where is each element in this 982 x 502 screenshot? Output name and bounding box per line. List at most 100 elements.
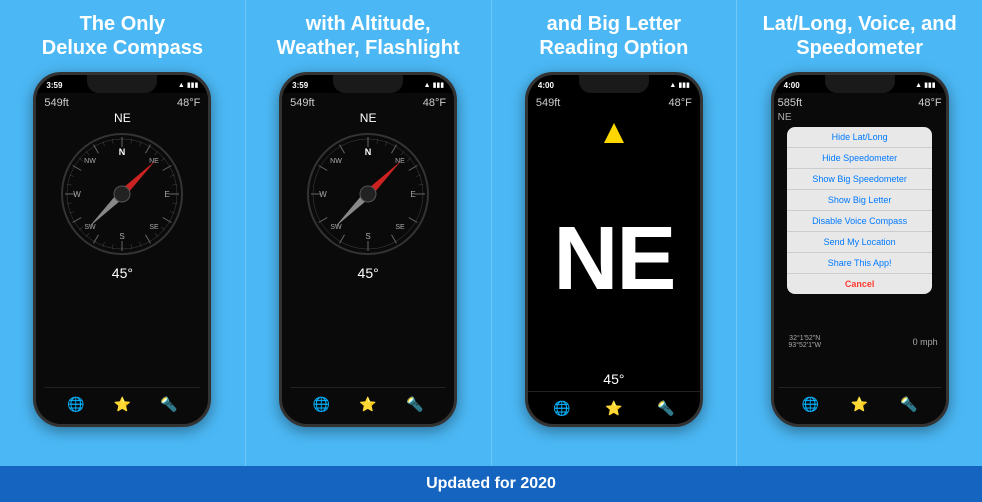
svg-text:NE: NE (150, 158, 160, 165)
direction-4: NE (778, 112, 792, 123)
status-icons-4: ▲ ▮▮▮ (915, 81, 936, 89)
temperature-4: 48°F (918, 97, 941, 109)
status-time-3: 4:00 (538, 81, 554, 90)
compass-screen-1: 549ft 48°F NE (36, 93, 208, 424)
triangle-arrow (604, 123, 624, 143)
phone-notch-1 (87, 75, 157, 93)
temperature-2: 48°F (423, 97, 446, 109)
phone-notch-2 (333, 75, 403, 93)
panel-1-title: The OnlyDeluxe Compass (42, 8, 203, 64)
svg-text:NW: NW (330, 158, 342, 165)
bottom-banner-text: Updated for 2020 (426, 475, 556, 493)
menu-send-location[interactable]: Send My Location (787, 232, 932, 253)
big-letter-screen: 549ft 48°F NE 45° 🌐 ⭐ 🔦 (528, 93, 700, 424)
status-time-2: 3:59 (292, 81, 308, 90)
flashlight-icon-1[interactable]: 🔦 (159, 394, 179, 414)
info-row-4: 585ft 48°F (778, 97, 942, 109)
panel-3: and Big LetterReading Option 4:00 ▲ ▮▮▮ … (492, 0, 737, 466)
flashlight-icon-2[interactable]: 🔦 (405, 394, 425, 414)
status-time-1: 3:59 (46, 81, 62, 90)
svg-text:N: N (365, 147, 372, 157)
phone-screen-3: 4:00 ▲ ▮▮▮ 549ft 48°F NE 45° (528, 75, 700, 424)
speed: 0 mph (828, 337, 938, 347)
battery-icon-1: ▮▮▮ (187, 81, 199, 89)
context-menu: Hide Lat/Long Hide Speedometer Show Big … (787, 127, 932, 294)
star-icon-4[interactable]: ⭐ (850, 394, 870, 414)
phone-frame-1: 3:59 ▲ ▮▮▮ 549ft 48°F NE (33, 72, 211, 427)
bottom-bar-4: 🌐 ⭐ 🔦 (778, 387, 942, 420)
svg-text:S: S (120, 232, 125, 241)
phone-frame-4: 4:00 ▲ ▮▮▮ 585ft 48°F NE Hide Lat/Long H… (771, 72, 949, 427)
star-icon-3[interactable]: ⭐ (604, 398, 624, 418)
panel-2: with Altitude,Weather, Flashlight 3:59 ▲… (246, 0, 491, 466)
info-row-3: 549ft 48°F (528, 93, 700, 113)
status-time-4: 4:00 (784, 81, 800, 90)
direction-1: NE (114, 111, 131, 125)
panel-1: The OnlyDeluxe Compass 3:59 ▲ ▮▮▮ 549ft … (0, 0, 245, 466)
bottom-bar-1: 🌐 ⭐ 🔦 (44, 387, 200, 420)
big-letter-text: NE (553, 147, 674, 371)
main-container: The OnlyDeluxe Compass 3:59 ▲ ▮▮▮ 549ft … (0, 0, 982, 466)
menu-show-big-letter[interactable]: Show Big Letter (787, 190, 932, 211)
svg-text:S: S (365, 232, 370, 241)
info-row-1: 549ft 48°F (44, 97, 200, 109)
phone-frame-2: 3:59 ▲ ▮▮▮ 549ft 48°F NE (279, 72, 457, 427)
coordinates: 32°1'52"N 93°52'1"W (782, 335, 828, 349)
globe-icon-2[interactable]: 🌐 (311, 394, 331, 414)
degrees-1: 45° (112, 265, 133, 281)
globe-icon-1[interactable]: 🌐 (66, 394, 86, 414)
svg-text:SW: SW (330, 224, 342, 231)
battery-icon-2: ▮▮▮ (433, 81, 445, 89)
menu-cancel[interactable]: Cancel (787, 274, 932, 294)
wifi-icon-2: ▲ (424, 82, 431, 89)
altitude-4: 585ft (778, 97, 802, 109)
bottom-banner: Updated for 2020 (0, 466, 982, 502)
big-degrees: 45° (603, 371, 624, 391)
svg-text:SW: SW (85, 224, 97, 231)
battery-icon-3: ▮▮▮ (678, 81, 690, 89)
phone-notch-4 (825, 75, 895, 93)
temperature-1: 48°F (177, 97, 200, 109)
panel-4: Lat/Long, Voice, andSpeedometer 4:00 ▲ ▮… (737, 0, 982, 466)
flashlight-icon-4[interactable]: 🔦 (899, 394, 919, 414)
status-icons-3: ▲ ▮▮▮ (669, 81, 690, 89)
direction-2: NE (360, 111, 377, 125)
status-icons-2: ▲ ▮▮▮ (424, 81, 445, 89)
wifi-icon-3: ▲ (669, 82, 676, 89)
compass-circle-2: N S W E NE NW SE SW (303, 129, 433, 259)
svg-text:SE: SE (150, 224, 160, 231)
svg-text:E: E (410, 190, 415, 199)
phone-notch-3 (579, 75, 649, 93)
menu-hide-speedometer[interactable]: Hide Speedometer (787, 148, 932, 169)
menu-hide-lat-long[interactable]: Hide Lat/Long (787, 127, 932, 148)
bottom-bar-2: 🌐 ⭐ 🔦 (290, 387, 446, 420)
menu-share-app[interactable]: Share This App! (787, 253, 932, 274)
svg-text:W: W (74, 190, 82, 199)
globe-icon-4[interactable]: 🌐 (800, 394, 820, 414)
phone-screen-1: 3:59 ▲ ▮▮▮ 549ft 48°F NE (36, 75, 208, 424)
degrees-2: 45° (358, 265, 379, 281)
svg-text:NW: NW (85, 158, 97, 165)
panel-3-title: and Big LetterReading Option (539, 8, 688, 64)
globe-icon-3[interactable]: 🌐 (552, 398, 572, 418)
svg-text:E: E (165, 190, 170, 199)
svg-text:N: N (119, 147, 126, 157)
status-icons-1: ▲ ▮▮▮ (178, 81, 199, 89)
info-row-2: 549ft 48°F (290, 97, 446, 109)
phone-frame-3: 4:00 ▲ ▮▮▮ 549ft 48°F NE 45° (525, 72, 703, 427)
compass-screen-4: 585ft 48°F NE Hide Lat/Long Hide Speedom… (774, 93, 946, 424)
menu-show-big-speedometer[interactable]: Show Big Speedometer (787, 169, 932, 190)
flashlight-icon-3[interactable]: 🔦 (656, 398, 676, 418)
svg-text:SE: SE (395, 224, 405, 231)
svg-text:W: W (319, 190, 327, 199)
wifi-icon-1: ▲ (178, 82, 185, 89)
menu-disable-voice[interactable]: Disable Voice Compass (787, 211, 932, 232)
battery-icon-4: ▮▮▮ (924, 81, 936, 89)
panel-4-title: Lat/Long, Voice, andSpeedometer (763, 8, 957, 64)
bottom-bar-3: 🌐 ⭐ 🔦 (528, 391, 700, 424)
compass-circle-1: N S W E NE NW SE SW (57, 129, 187, 259)
star-icon-1[interactable]: ⭐ (112, 394, 132, 414)
altitude-1: 549ft (44, 97, 68, 109)
temperature-3: 48°F (669, 97, 692, 109)
star-icon-2[interactable]: ⭐ (358, 394, 378, 414)
